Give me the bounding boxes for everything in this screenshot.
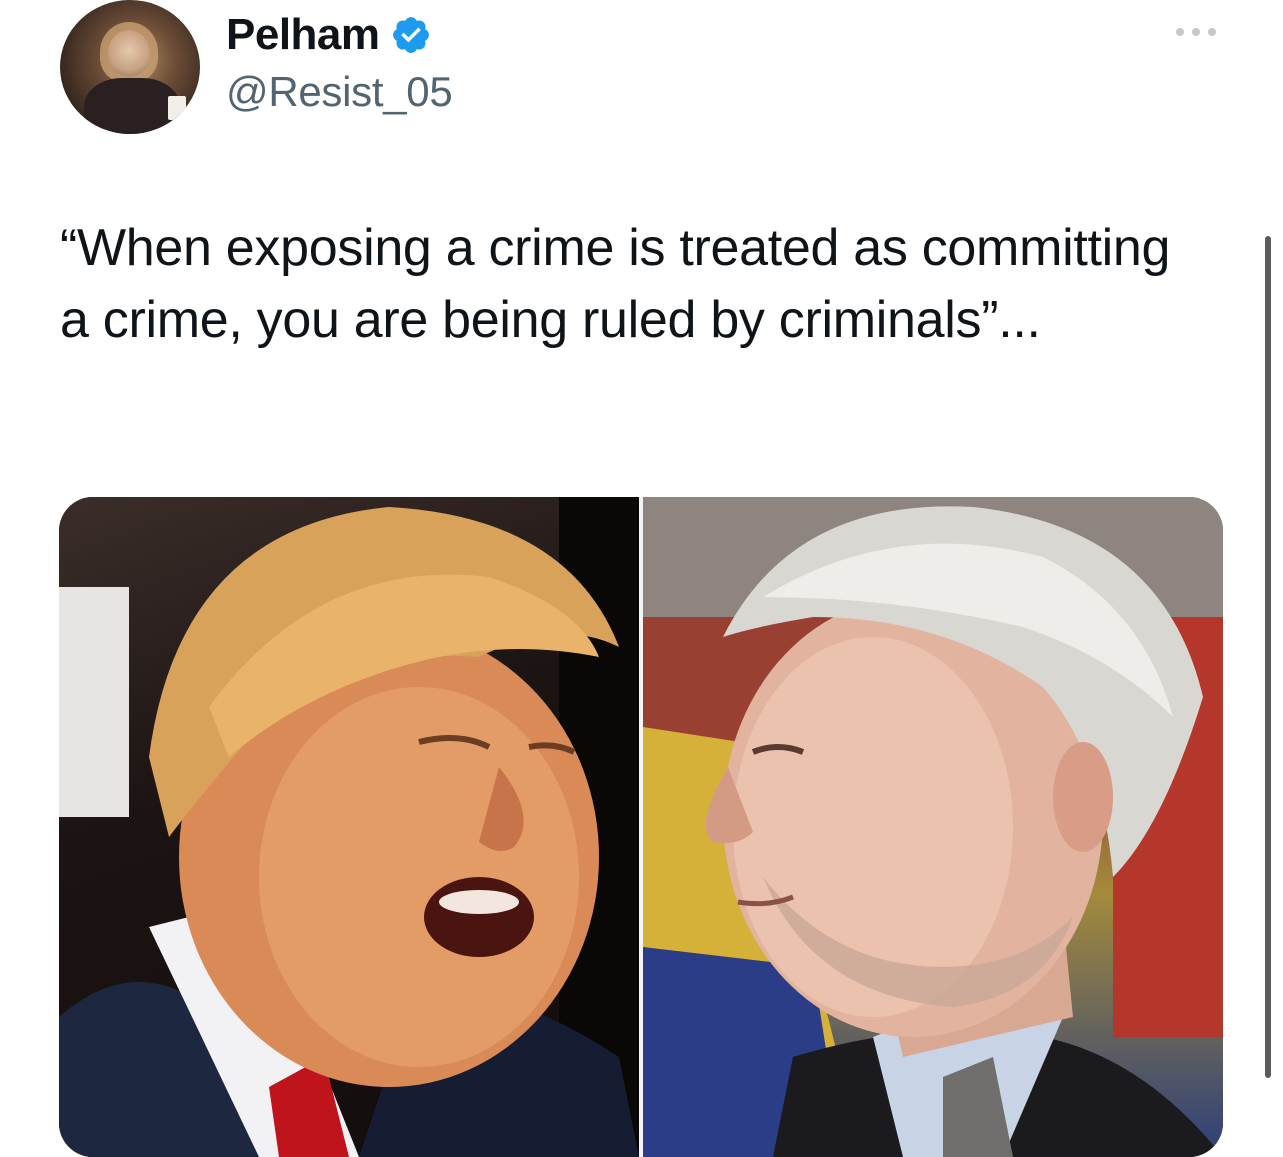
- author-display-name[interactable]: Pelham: [226, 10, 380, 60]
- author-handle[interactable]: @Resist_05: [226, 68, 453, 116]
- photo-man-profile: [643, 497, 1223, 1157]
- avatar-face: [108, 30, 150, 76]
- author-name-row[interactable]: Pelham: [226, 10, 432, 60]
- scrollbar[interactable]: [1265, 236, 1271, 1078]
- verified-badge-icon: [392, 17, 429, 53]
- avatar-body: [84, 78, 180, 134]
- author-avatar[interactable]: [60, 0, 200, 134]
- more-options-icon[interactable]: [1172, 22, 1220, 42]
- photo-man-shouting: [59, 497, 639, 1157]
- tweet-media[interactable]: [59, 497, 1223, 1157]
- tweet-text: “When exposing a crime is treated as com…: [60, 219, 1171, 349]
- avatar-cup: [168, 96, 186, 120]
